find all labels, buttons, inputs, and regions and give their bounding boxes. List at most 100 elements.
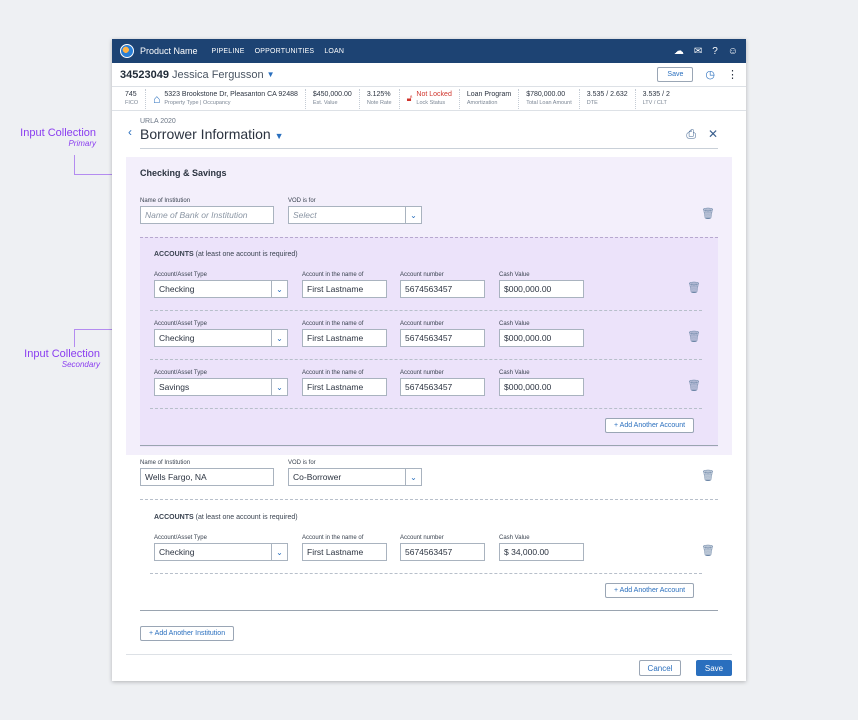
section-sup: URLA 2020 xyxy=(140,118,176,125)
vod-label: VOD is for xyxy=(288,460,316,466)
chevron-down-icon[interactable]: ▼ xyxy=(267,70,275,79)
save-button[interactable]: Save xyxy=(696,660,732,676)
trash-icon[interactable]: 🗑︎ xyxy=(687,282,701,294)
chevron-down-icon[interactable]: ⌄ xyxy=(405,207,421,223)
chevron-down-icon[interactable]: ⌄ xyxy=(271,281,287,297)
stat-property: ⌂ 5323 Brookstone Dr, Pleasanton CA 9248… xyxy=(146,88,306,109)
account-holder-input[interactable]: First Lastname xyxy=(302,543,387,561)
account-type-select[interactable]: Checking ⌄ xyxy=(154,543,288,561)
print-icon[interactable]: ⎙ xyxy=(686,127,696,142)
vod-select[interactable]: Co-Borrower ⌄ xyxy=(288,468,422,486)
divider xyxy=(140,148,718,149)
account-holder-input[interactable]: First Lastname xyxy=(302,280,387,298)
nav-pipeline[interactable]: PIPELINE xyxy=(212,48,245,55)
close-icon[interactable]: ✕ xyxy=(708,127,718,142)
institution-label: Name of Institution xyxy=(140,460,191,466)
col-value-label: Cash Value xyxy=(499,370,530,376)
form-header: URLA 2020 Borrower Information ▼ xyxy=(140,118,720,142)
col-number-label: Account number xyxy=(400,272,444,278)
account-type-select[interactable]: Savings ⌄ xyxy=(154,378,288,396)
account-number-input[interactable]: 5674563457 xyxy=(400,543,485,561)
col-name-label: Account in the name of xyxy=(302,370,364,376)
col-number-label: Account number xyxy=(400,535,444,541)
more-icon[interactable]: ⋮ xyxy=(727,68,738,81)
col-number-label: Account number xyxy=(400,321,444,327)
annotation-primary: Input Collection Primary xyxy=(0,127,96,148)
stat-value: Loan Program xyxy=(466,91,512,98)
cash-value-input[interactable]: $000,000.00 xyxy=(499,329,584,347)
trash-icon[interactable]: 🗑︎ xyxy=(701,545,715,557)
account-number-input[interactable]: 5674563457 xyxy=(400,329,485,347)
add-account-button[interactable]: + Add Another Account xyxy=(605,583,695,598)
user-icon[interactable]: ☺ xyxy=(728,46,738,57)
stat-label: Lock Status xyxy=(416,100,446,106)
stat-est-value: $450,000.00 Est. Value xyxy=(306,88,360,109)
trash-icon[interactable]: 🗑︎ xyxy=(701,208,715,220)
stat-value: 3.535 / 2 xyxy=(642,91,670,98)
cash-value-input[interactable]: $ 34,000.00 xyxy=(499,543,584,561)
add-institution-button[interactable]: + Add Another Institution xyxy=(140,626,235,641)
loan-header: 34523049 Jessica Fergusson ▼ Save ◷ ⋮ xyxy=(112,63,746,87)
stat-dte: 3.535 / 2.632 DTE xyxy=(580,88,636,109)
vod-select-value: Co-Borrower xyxy=(293,472,342,482)
annotation-title: Input Collection xyxy=(24,348,100,360)
cash-value-input[interactable]: $000,000.00 xyxy=(499,378,584,396)
account-type-select[interactable]: Checking ⌄ xyxy=(154,329,288,347)
annotation-subtitle: Primary xyxy=(68,139,96,148)
col-number-label: Account number xyxy=(400,370,444,376)
nav-opportunities[interactable]: OPPORTUNITIES xyxy=(255,48,315,55)
account-type-value: Savings xyxy=(159,382,190,392)
add-account-button[interactable]: + Add Another Account xyxy=(605,418,695,433)
trash-icon[interactable]: 🗑︎ xyxy=(687,331,701,343)
app-window: Product Name PIPELINE OPPORTUNITIES LOAN… xyxy=(112,39,746,681)
back-chevron-icon[interactable]: ‹ xyxy=(128,125,132,139)
account-holder-input[interactable]: First Lastname xyxy=(302,329,387,347)
chevron-down-icon[interactable]: ⌄ xyxy=(271,379,287,395)
row-divider xyxy=(150,310,702,311)
stat-value: $780,000.00 xyxy=(526,91,566,98)
stat-total-loan: $780,000.00 Total Loan Amount xyxy=(519,88,580,109)
loan-number: 34523049 xyxy=(120,68,169,81)
nav-loan[interactable]: LOAN xyxy=(324,48,344,55)
stat-lock-status: 🔓︎ Not Locked Lock Status xyxy=(400,88,460,109)
annotation-title: Input Collection xyxy=(20,127,96,139)
accounts-heading: ACCOUNTS (at least one account is requir… xyxy=(154,514,298,521)
stat-value: 3.125% xyxy=(366,91,391,98)
stat-label: Note Rate xyxy=(366,100,392,106)
stat-label: Est. Value xyxy=(312,100,338,106)
institution-name-input[interactable]: Name of Bank or Institution xyxy=(140,206,274,224)
vod-select[interactable]: Select ⌄ xyxy=(288,206,422,224)
chevron-down-icon[interactable]: ⌄ xyxy=(271,330,287,346)
account-number-input[interactable]: 5674563457 xyxy=(400,280,485,298)
stat-value: 745 xyxy=(125,91,137,98)
cash-value-input[interactable]: $000,000.00 xyxy=(499,280,584,298)
account-number-input[interactable]: 5674563457 xyxy=(400,378,485,396)
section-divider xyxy=(140,610,718,611)
institution-name-input[interactable]: Wells Fargo, NA xyxy=(140,468,274,486)
top-nav-bar: Product Name PIPELINE OPPORTUNITIES LOAN… xyxy=(112,39,746,63)
mail-icon[interactable]: ✉ xyxy=(694,46,702,57)
product-logo-icon xyxy=(120,44,134,58)
col-name-label: Account in the name of xyxy=(302,321,364,327)
cancel-button[interactable]: Cancel xyxy=(639,660,681,676)
clock-icon[interactable]: ◷ xyxy=(705,68,715,81)
header-save-button[interactable]: Save xyxy=(657,67,694,82)
trash-icon[interactable]: 🗑︎ xyxy=(701,470,715,482)
vod-select-value: Select xyxy=(293,210,317,220)
chevron-down-icon[interactable]: ▼ xyxy=(275,131,284,141)
borrower-name[interactable]: Jessica Fergusson xyxy=(172,69,264,81)
stat-label: LTV / CLT xyxy=(642,100,667,106)
chevron-down-icon[interactable]: ⌄ xyxy=(405,469,421,485)
house-icon: ⌂ xyxy=(153,91,161,106)
col-type-label: Account/Asset Type xyxy=(154,272,207,278)
account-type-select[interactable]: Checking ⌄ xyxy=(154,280,288,298)
cloud-icon[interactable]: ☁ xyxy=(674,46,684,57)
loan-stats-bar: 745 FICO ⌂ 5323 Brookstone Dr, Pleasanton… xyxy=(112,87,746,111)
account-holder-input[interactable]: First Lastname xyxy=(302,378,387,396)
help-icon[interactable]: ? xyxy=(712,46,718,57)
vod-label: VOD is for xyxy=(288,198,316,204)
col-type-label: Account/Asset Type xyxy=(154,535,207,541)
chevron-down-icon[interactable]: ⌄ xyxy=(271,544,287,560)
account-type-value: Checking xyxy=(159,333,195,343)
trash-icon[interactable]: 🗑︎ xyxy=(687,380,701,392)
